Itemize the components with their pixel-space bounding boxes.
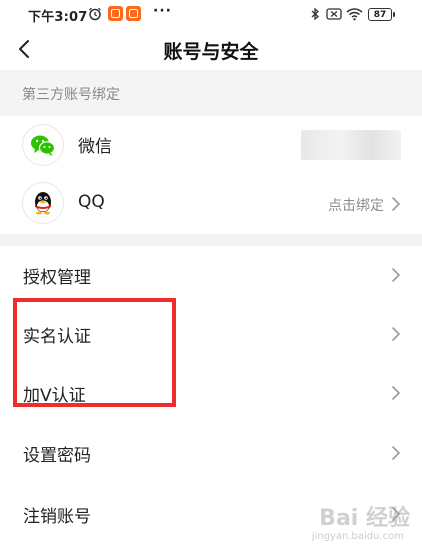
wechat-label: 微信 [78, 137, 112, 157]
wifi-icon [346, 8, 363, 21]
chevron-right-icon [392, 446, 401, 460]
highlight-box [13, 298, 176, 407]
bluetooth-icon [311, 7, 319, 21]
wechat-binding-row[interactable]: 微信 [0, 116, 422, 174]
nav-bar: 账号与安全 [0, 30, 422, 70]
section-header-label: 第三方账号绑定 [22, 87, 120, 103]
more-dots-icon: ··· [153, 3, 172, 19]
section-divider [0, 234, 422, 246]
watermark-logo: Bai 经验 [319, 506, 410, 531]
status-bar: 下午3:07 ··· 87 [0, 0, 422, 30]
chevron-right-icon [392, 268, 401, 282]
qq-icon [22, 182, 64, 224]
menu-item-authorization[interactable]: 授权管理 [0, 246, 422, 304]
chevron-right-icon [392, 386, 401, 400]
chevron-right-icon [392, 327, 401, 341]
app-badge-icon [108, 6, 123, 21]
menu-item-label: 授权管理 [23, 268, 91, 288]
chevron-right-icon [392, 197, 401, 211]
blurred-account-info [301, 130, 401, 160]
sim-disabled-icon [326, 8, 342, 20]
alarm-icon [89, 7, 101, 21]
page-title: 账号与安全 [163, 41, 259, 63]
qq-label: QQ [78, 192, 105, 212]
status-time: 下午3:07 [28, 10, 88, 25]
app-badge-icon [126, 6, 141, 21]
section-header-third-party: 第三方账号绑定 [0, 70, 422, 116]
menu-item-label: 注销账号 [23, 507, 91, 527]
menu-item-label: 设置密码 [23, 446, 91, 466]
battery-icon: 87 [368, 8, 395, 21]
bind-action-text[interactable]: 点击绑定 [328, 195, 384, 215]
battery-level: 87 [373, 10, 387, 20]
qq-binding-row[interactable]: QQ 点击绑定 [0, 174, 422, 234]
wechat-icon [22, 124, 64, 166]
watermark-url: jingyan.baidu.com [311, 531, 404, 542]
menu-item-set-password[interactable]: 设置密码 [0, 424, 422, 482]
